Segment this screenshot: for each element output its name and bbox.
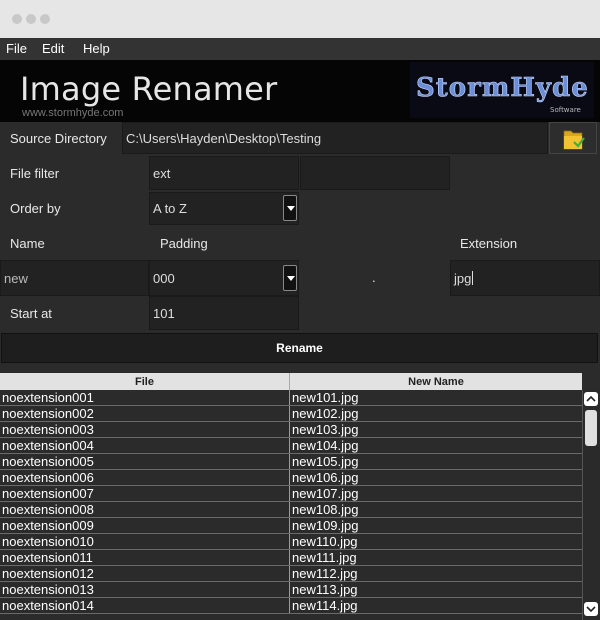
new-name-cell: new101.jpg — [292, 390, 359, 405]
table-scrollbar[interactable] — [582, 390, 599, 620]
extension-value: jpg — [454, 270, 472, 286]
order-by-value: A to Z — [153, 201, 187, 216]
table-row[interactable]: noextension006 new106.jpg — [0, 470, 582, 486]
table-row[interactable]: noextension001 new101.jpg — [0, 390, 582, 406]
chevron-down-icon — [586, 606, 596, 613]
table-header: File New Name — [0, 373, 582, 390]
padding-label: Padding — [160, 236, 208, 251]
app-banner: Image Renamer www.stormhyde.com StormHyd… — [0, 60, 600, 122]
table-row[interactable]: noextension012 new112.jpg — [0, 566, 582, 582]
extension-dot: . — [372, 270, 376, 285]
table-row[interactable]: noextension014 new114.jpg — [0, 598, 582, 614]
new-name-cell: new106.jpg — [292, 470, 359, 485]
logo-text: StormHyde — [416, 73, 589, 103]
padding-select[interactable]: 000 — [149, 260, 299, 296]
order-by-select[interactable]: A to Z — [149, 192, 299, 225]
stormhyde-logo: StormHyde Software — [410, 62, 594, 118]
file-filter-label: File filter — [10, 166, 60, 181]
source-directory-label: Source Directory — [10, 131, 107, 146]
file-filter-input-secondary[interactable] — [300, 156, 450, 190]
table-row[interactable]: noextension010 new110.jpg — [0, 534, 582, 550]
file-cell: noextension006 — [0, 470, 290, 485]
table-row[interactable]: noextension003 new103.jpg — [0, 422, 582, 438]
new-name-cell: new111.jpg — [292, 550, 357, 565]
order-by-label: Order by — [10, 201, 61, 216]
new-name-cell: new103.jpg — [292, 422, 359, 437]
table-body: noextension001 new101.jpg noextension002 ne… — [0, 390, 582, 614]
file-cell: noextension010 — [0, 534, 290, 549]
new-name-cell: new107.jpg — [292, 486, 359, 501]
app-window: File Edit Help Image Renamer www.stormhy… — [0, 38, 600, 620]
start-at-label: Start at — [10, 306, 52, 321]
table-row[interactable]: noextension004 new104.jpg — [0, 438, 582, 454]
folder-icon — [563, 130, 585, 150]
new-name-cell: new114.jpg — [292, 598, 358, 613]
padding-dropdown-button[interactable] — [283, 265, 297, 291]
file-table: File New Name noextension001 new101.jpg no… — [0, 373, 582, 620]
extension-input[interactable]: jpg — [450, 260, 600, 296]
menu-edit[interactable]: Edit — [42, 41, 64, 56]
window-titlebar — [0, 0, 600, 38]
table-row[interactable]: noextension007 new107.jpg — [0, 486, 582, 502]
file-cell: noextension004 — [0, 438, 290, 453]
file-cell: noextension011 — [0, 550, 290, 565]
start-at-input[interactable]: 101 — [149, 296, 299, 330]
new-name-cell: new113.jpg — [292, 582, 358, 597]
new-name-cell: new112.jpg — [292, 566, 358, 581]
rename-button[interactable]: Rename — [1, 333, 598, 363]
file-cell: noextension001 — [0, 390, 290, 405]
padding-value: 000 — [153, 270, 175, 286]
menu-help[interactable]: Help — [83, 41, 110, 56]
extension-label: Extension — [460, 236, 518, 251]
browse-folder-button[interactable] — [549, 122, 597, 154]
table-row[interactable]: noextension011 new111.jpg — [0, 550, 582, 566]
menu-file[interactable]: File — [6, 41, 27, 56]
source-directory-field[interactable]: C:\Users\Hayden\Desktop\Testing — [122, 122, 548, 154]
menu-bar: File Edit Help — [0, 38, 600, 60]
file-cell: noextension014 — [0, 598, 290, 613]
table-row[interactable]: noextension013 new113.jpg — [0, 582, 582, 598]
new-name-cell: new108.jpg — [292, 502, 359, 517]
order-by-dropdown-button[interactable] — [283, 195, 297, 221]
file-cell: noextension008 — [0, 502, 290, 517]
new-name-cell: new104.jpg — [292, 438, 359, 453]
scroll-thumb[interactable] — [585, 410, 597, 446]
app-url: www.stormhyde.com — [22, 107, 124, 119]
table-row[interactable]: noextension008 new108.jpg — [0, 502, 582, 518]
app-title: Image Renamer — [20, 70, 278, 108]
close-window-dot[interactable] — [12, 14, 22, 24]
chevron-up-icon — [586, 395, 596, 402]
text-cursor — [472, 271, 474, 285]
minimize-window-dot[interactable] — [26, 14, 36, 24]
new-name-cell: new105.jpg — [292, 454, 359, 469]
new-name-cell: new102.jpg — [292, 406, 359, 421]
table-row[interactable]: noextension005 new105.jpg — [0, 454, 582, 470]
file-cell: noextension013 — [0, 582, 290, 597]
file-filter-input[interactable]: ext — [149, 156, 299, 190]
name-input[interactable]: new — [0, 260, 149, 296]
logo-subtext: Software — [550, 106, 581, 114]
name-label: Name — [10, 236, 45, 251]
scroll-up-button[interactable] — [584, 392, 598, 406]
scroll-down-button[interactable] — [584, 602, 598, 616]
file-cell: noextension005 — [0, 454, 290, 469]
new-name-cell: new110.jpg — [292, 534, 358, 549]
zoom-window-dot[interactable] — [40, 14, 50, 24]
file-cell: noextension012 — [0, 566, 290, 581]
column-header-new-name[interactable]: New Name — [290, 373, 582, 390]
file-cell: noextension002 — [0, 406, 290, 421]
file-cell: noextension003 — [0, 422, 290, 437]
table-row[interactable]: noextension009 new109.jpg — [0, 518, 582, 534]
table-row[interactable]: noextension002 new102.jpg — [0, 406, 582, 422]
column-header-file[interactable]: File — [0, 373, 290, 390]
new-name-cell: new109.jpg — [292, 518, 359, 533]
file-cell: noextension009 — [0, 518, 290, 533]
file-cell: noextension007 — [0, 486, 290, 501]
